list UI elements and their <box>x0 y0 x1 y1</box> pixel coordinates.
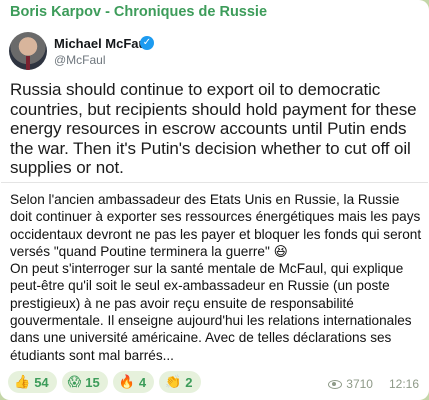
post-paragraph-1: Selon l'ancien ambassadeur des Etats Uni… <box>10 192 422 259</box>
verified-badge-icon: ✓ <box>140 36 154 50</box>
tweet-author-handle: @McFaul <box>54 53 106 67</box>
reaction-clap[interactable]: 👏 2 <box>159 371 201 393</box>
message-meta: 3710 12:16 <box>328 377 419 391</box>
post-text: Selon l'ancien ambassadeur des Etats Uni… <box>10 191 422 364</box>
reaction-scream[interactable]: 😱 15 <box>61 371 108 393</box>
reaction-count: 4 <box>138 374 147 390</box>
clapping-hands-icon: 👏 <box>165 374 182 389</box>
scream-face-icon: 😱 <box>67 374 82 389</box>
view-count: 3710 <box>346 377 373 391</box>
reaction-count: 15 <box>85 374 100 390</box>
tweet-screenshot[interactable]: Michael McFaul ✓ @McFaul Russia should c… <box>1 24 428 183</box>
laughing-emoji: 😆 <box>273 243 288 259</box>
eye-icon <box>328 379 343 389</box>
reaction-fire[interactable]: 🔥 4 <box>112 371 155 393</box>
message-time: 12:16 <box>388 377 419 391</box>
tweet-author-name: Michael McFaul <box>54 36 151 51</box>
thumbs-up-icon: 👍 <box>14 374 31 389</box>
channel-name[interactable]: Boris Karpov - Chroniques de Russie <box>10 4 267 20</box>
reaction-count: 2 <box>185 374 193 390</box>
post-paragraph-2: On peut s'interroger sur la santé mental… <box>10 261 412 363</box>
message-bubble: Boris Karpov - Chroniques de Russie Mich… <box>0 0 429 400</box>
fire-icon: 🔥 <box>118 374 135 389</box>
tweet-text: Russia should continue to export oil to … <box>10 80 417 177</box>
author-avatar <box>9 32 47 70</box>
reaction-count: 54 <box>34 374 49 390</box>
reactions-bar: 👍 54 😱 15 🔥 4 👏 2 <box>8 371 201 393</box>
reaction-thumbs-up[interactable]: 👍 54 <box>8 371 57 393</box>
